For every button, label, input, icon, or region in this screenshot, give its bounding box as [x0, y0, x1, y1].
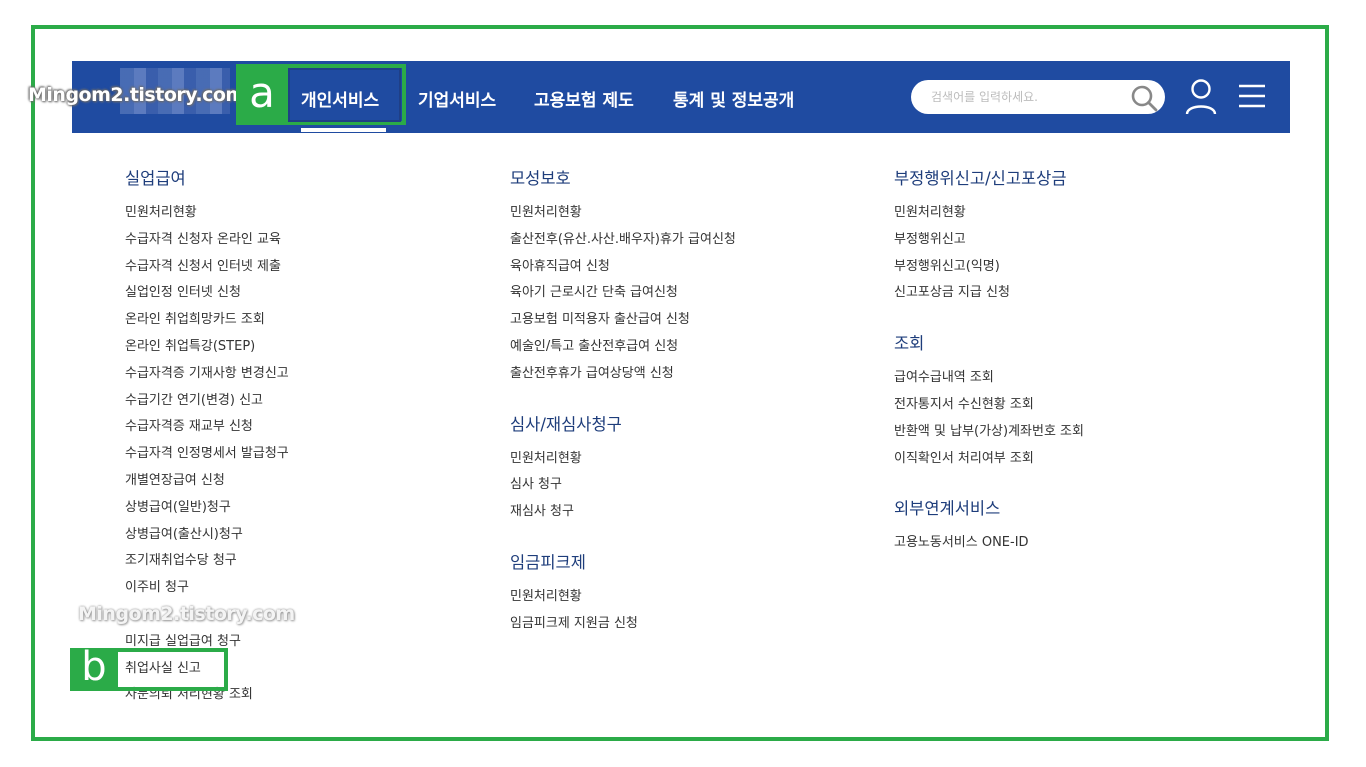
menu-item[interactable]: 예술인/특고 출산전후급여 신청	[510, 337, 736, 364]
menu-item[interactable]: 급여수급내역 조회	[894, 368, 1084, 395]
menu-section-unemployment: 실업급여 민원처리현황 수급자격 신청자 온라인 교육 수급자격 신청서 인터넷…	[125, 167, 289, 712]
section-title[interactable]: 모성보호	[510, 167, 736, 191]
menu-icon[interactable]	[1238, 83, 1266, 111]
menu-item[interactable]: 출산전후(유산.사산.배우자)휴가 급여신청	[510, 230, 736, 257]
menu-column-2: 모성보호 민원처리현황 출산전후(유산.사산.배우자)휴가 급여신청 육아휴직급…	[510, 167, 736, 663]
watermark-middle: Mingom2.tistory.com	[78, 603, 295, 625]
menu-item[interactable]: 민원처리현황	[510, 587, 736, 614]
menu-item[interactable]: 실업인정 인터넷 신청	[125, 283, 289, 310]
search-input[interactable]	[931, 88, 1121, 106]
menu-item[interactable]: 수급자격증 재교부 신청	[125, 417, 289, 444]
section-title[interactable]: 부정행위신고/신고포상금	[894, 167, 1084, 191]
user-icon[interactable]	[1184, 78, 1218, 116]
menu-section-inquiry: 조회 급여수급내역 조회 전자통지서 수신현황 조회 반환액 및 납부(가상)계…	[894, 332, 1084, 475]
menu-item[interactable]: 온라인 취업특강(STEP)	[125, 337, 289, 364]
menu-item[interactable]: 출산전후휴가 급여상당액 신청	[510, 364, 736, 391]
menu-item[interactable]: 육아기 근로시간 단축 급여신청	[510, 283, 736, 310]
menu-item[interactable]: 신고포상금 지급 신청	[894, 283, 1084, 310]
menu-item[interactable]: 수급자격 인정명세서 발급청구	[125, 444, 289, 471]
menu-item[interactable]: 민원처리현황	[510, 203, 736, 230]
annotation-label-a: a	[236, 64, 288, 125]
menu-item[interactable]: 조기재취업수당 청구	[125, 551, 289, 578]
search-box	[911, 80, 1165, 114]
menu-item[interactable]: 온라인 취업희망카드 조회	[125, 310, 289, 337]
menu-section-fraud-report: 부정행위신고/신고포상금 민원처리현황 부정행위신고 부정행위신고(익명) 신고…	[894, 167, 1084, 310]
menu-item[interactable]: 부정행위신고	[894, 230, 1084, 257]
menu-section-external: 외부연계서비스 고용노동서비스 ONE-ID	[894, 497, 1084, 560]
annotation-label-b: b	[70, 647, 118, 691]
menu-item[interactable]: 재심사 청구	[510, 502, 736, 529]
menu-item[interactable]: 고용노동서비스 ONE-ID	[894, 533, 1084, 560]
menu-item[interactable]: 고용보험 미적용자 출산급여 신청	[510, 310, 736, 337]
menu-item[interactable]: 수급자격 신청자 온라인 교육	[125, 230, 289, 257]
menu-item[interactable]: 수급기간 연기(변경) 신고	[125, 391, 289, 418]
menu-item[interactable]: 임금피크제 지원금 신청	[510, 614, 736, 641]
menu-item[interactable]: 이직확인서 처리여부 조회	[894, 449, 1084, 476]
menu-item[interactable]: 부정행위신고(익명)	[894, 257, 1084, 284]
section-title[interactable]: 외부연계서비스	[894, 497, 1084, 521]
active-tab-underline	[301, 128, 386, 132]
nav-item-business-service[interactable]: 기업서비스	[418, 86, 496, 111]
watermark-top: Mingom2.tistory.com	[28, 84, 245, 106]
menu-item[interactable]: 상병급여(출산시)청구	[125, 525, 289, 552]
menu-item[interactable]: 수급자격증 기재사항 변경신고	[125, 364, 289, 391]
menu-item[interactable]: 반환액 및 납부(가상)계좌번호 조회	[894, 422, 1084, 449]
menu-item[interactable]: 육아휴직급여 신청	[510, 257, 736, 284]
annotation-inner-box-a	[288, 68, 401, 122]
menu-item[interactable]: 상병급여(일반)청구	[125, 498, 289, 525]
menu-section-review: 심사/재심사청구 민원처리현황 심사 청구 재심사 청구	[510, 413, 736, 529]
menu-item[interactable]: 수급자격 신청서 인터넷 제출	[125, 257, 289, 284]
menu-item[interactable]: 심사 청구	[510, 475, 736, 502]
menu-item[interactable]: 개별연장급여 신청	[125, 471, 289, 498]
menu-section-wage-peak: 임금피크제 민원처리현황 임금피크제 지원금 신청	[510, 551, 736, 641]
menu-section-maternity: 모성보호 민원처리현황 출산전후(유산.사산.배우자)휴가 급여신청 육아휴직급…	[510, 167, 736, 391]
menu-item[interactable]: 이주비 청구	[125, 578, 289, 605]
section-title[interactable]: 조회	[894, 332, 1084, 356]
section-title[interactable]: 실업급여	[125, 167, 289, 191]
menu-item[interactable]: 전자통지서 수신현황 조회	[894, 395, 1084, 422]
search-icon[interactable]	[1129, 83, 1159, 113]
section-title[interactable]: 임금피크제	[510, 551, 736, 575]
menu-item[interactable]: 민원처리현황	[125, 203, 289, 230]
menu-item[interactable]: 민원처리현황	[894, 203, 1084, 230]
menu-column-3: 부정행위신고/신고포상금 민원처리현황 부정행위신고 부정행위신고(익명) 신고…	[894, 167, 1084, 582]
menu-item[interactable]: 민원처리현황	[510, 449, 736, 476]
nav-item-insurance-system[interactable]: 고용보험 제도	[534, 86, 634, 111]
nav-item-statistics[interactable]: 통계 및 정보공개	[673, 86, 794, 111]
section-title[interactable]: 심사/재심사청구	[510, 413, 736, 437]
